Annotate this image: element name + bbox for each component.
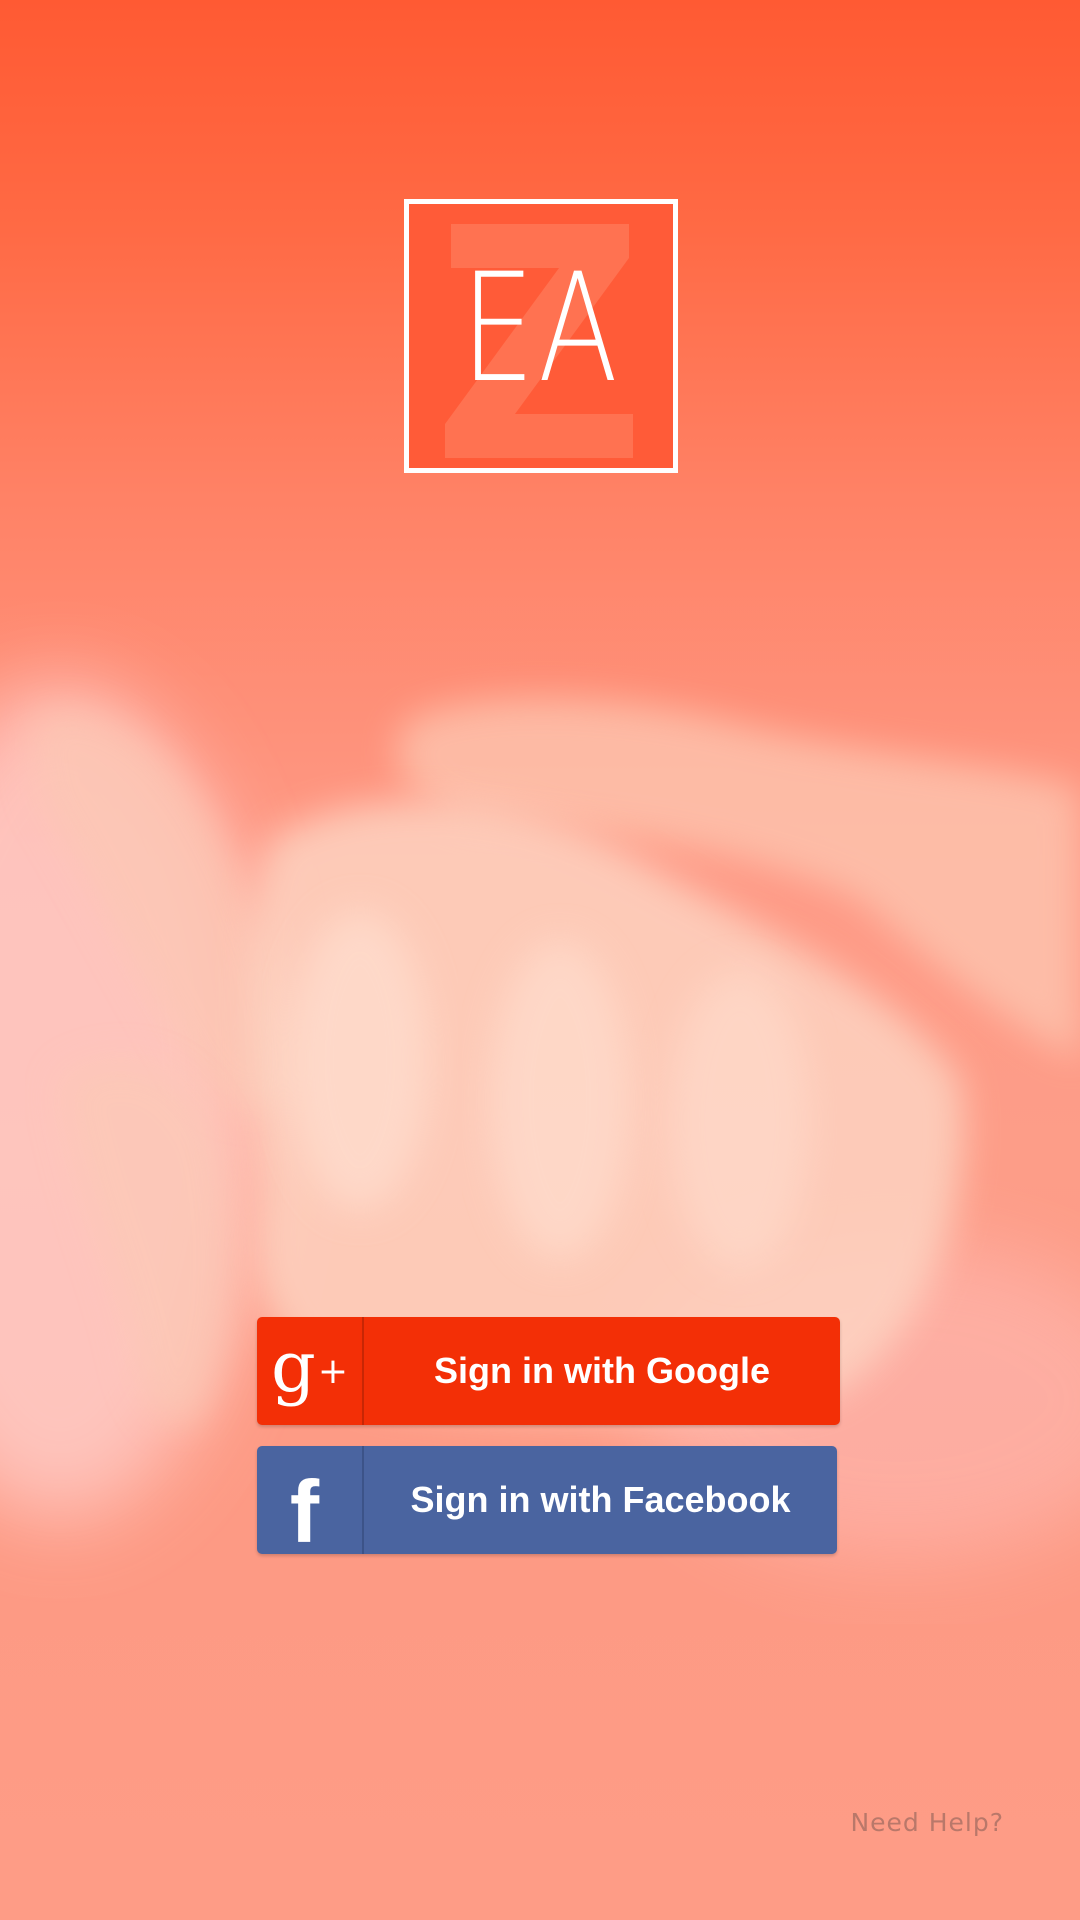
logo-letters: EA	[460, 242, 622, 416]
sign-in-facebook-button[interactable]: f Sign in with Facebook	[257, 1446, 837, 1556]
app-logo: EA	[404, 199, 678, 473]
sign-in-facebook-label: Sign in with Facebook	[410, 1479, 791, 1520]
sign-in-google-button[interactable]: g + Sign in with Google	[257, 1317, 840, 1425]
sign-in-google-label: Sign in with Google	[434, 1350, 770, 1391]
facebook-icon: f	[257, 1446, 364, 1556]
need-help-link[interactable]: Need Help?	[850, 1808, 1004, 1837]
google-plus-icon: g +	[257, 1317, 364, 1425]
